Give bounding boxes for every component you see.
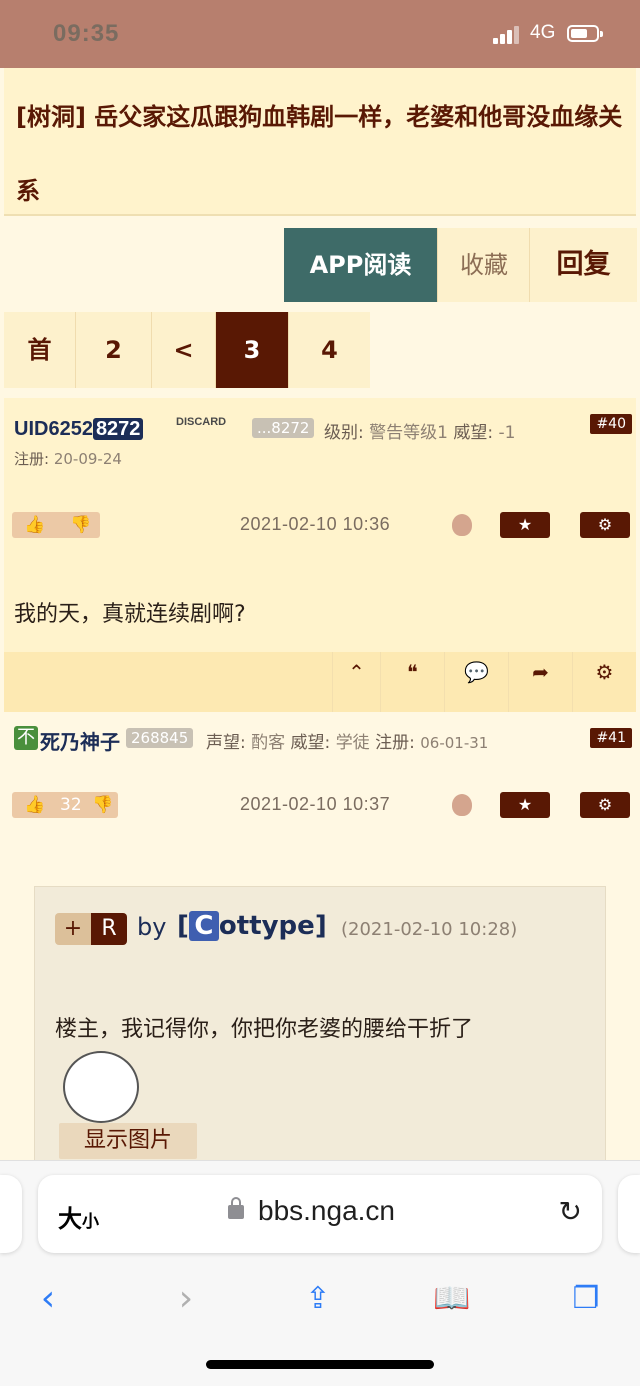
comment-icon[interactable]: 💬	[444, 652, 508, 712]
post-content: 我的天，真就连续剧啊?	[14, 602, 246, 627]
star-icon[interactable]: ★	[500, 512, 550, 538]
expand-quote-button[interactable]: +	[55, 913, 91, 945]
post-41: 不 死乃神子 268845 声望: 酌客 威望: 学徒 注册: 06-01-31…	[4, 712, 636, 1186]
reply-badge[interactable]: R	[91, 913, 127, 945]
post-time: 2021-02-10 10:37	[240, 794, 391, 814]
user-badge: 不	[14, 726, 38, 750]
gear-icon[interactable]: ⚙	[580, 512, 630, 538]
user-rep: 声望: 酌客 威望: 学徒 注册: 06-01-31	[206, 733, 489, 753]
signal-icon	[493, 26, 523, 44]
page-first[interactable]: 首	[4, 312, 76, 388]
collapse-icon[interactable]: ⌃	[332, 652, 380, 712]
thumbs-down-icon[interactable]: 👎	[70, 512, 91, 538]
page-2[interactable]: 2	[76, 312, 152, 388]
user-id-tag: ...8272	[252, 418, 315, 438]
post-author[interactable]: UID6252 8272	[14, 418, 144, 441]
post-40: UID6252 8272 DISCARD ...8272 级别: 警告等级1 威望…	[4, 398, 636, 712]
post-time: 2021-02-10 10:36	[240, 514, 391, 534]
apple-icon	[452, 514, 472, 536]
share-icon[interactable]: ➦	[508, 652, 572, 712]
network-label: 4G	[530, 22, 556, 43]
floor-number: #41	[590, 728, 632, 748]
floor-number: #40	[590, 414, 632, 434]
discard-label: DISCARD	[176, 416, 227, 428]
by-label: by	[137, 913, 167, 941]
page-4[interactable]: 4	[289, 312, 370, 388]
prev-tab-peek[interactable]	[0, 1175, 22, 1253]
thread-title-box: [树洞] 岳父家这瓜跟狗血韩剧一样，老婆和他哥没血缘关系	[4, 68, 636, 216]
status-bar: 09:35 4G	[0, 0, 640, 68]
quote-text: 楼主，我记得你，你把你老婆的腰给干折了	[55, 1017, 474, 1042]
like-count: 32	[60, 795, 82, 815]
reload-icon[interactable]: ↻	[559, 1195, 582, 1228]
home-indicator	[206, 1360, 434, 1369]
user-id-tag: 268845	[126, 728, 194, 748]
tabs-icon[interactable]: ❐	[556, 1269, 616, 1329]
forward-icon[interactable]: ›	[156, 1269, 216, 1329]
page-prev[interactable]: <	[152, 312, 216, 388]
thumbs-down-icon[interactable]: 👎	[92, 792, 113, 818]
post-author[interactable]: 死乃神子	[40, 726, 120, 755]
quote-icon[interactable]: ❝	[380, 652, 444, 712]
sticker-image	[63, 1051, 139, 1123]
vote-buttons[interactable]: 👍 👎	[12, 512, 100, 538]
back-icon[interactable]: ‹	[18, 1269, 78, 1329]
thumbs-up-icon[interactable]: 👍	[24, 512, 45, 538]
share-icon[interactable]: ⇪	[288, 1269, 348, 1329]
clock: 09:35	[53, 20, 120, 47]
url-text[interactable]: bbs.nga.cn	[258, 1195, 395, 1227]
pagination: 首 2 < 3 4	[4, 312, 370, 388]
address-bar[interactable]: 大小 bbs.nga.cn ↻	[38, 1175, 602, 1253]
page-3-current[interactable]: 3	[216, 312, 289, 388]
text-size-button[interactable]: 大小	[58, 1199, 99, 1234]
star-icon[interactable]: ★	[500, 792, 550, 818]
gear-icon[interactable]: ⚙	[580, 792, 630, 818]
user-level: 级别: 警告等级1 威望: -1	[324, 423, 516, 443]
apple-icon	[452, 794, 472, 816]
vote-buttons[interactable]: 👍 32 👎	[12, 792, 118, 818]
safari-toolbar: 大小 bbs.nga.cn ↻ ‹ › ⇪ 📖 ❐	[0, 1160, 640, 1386]
quoted-author[interactable]: [Cottype]	[177, 911, 327, 941]
show-image-button[interactable]: 显示图片	[59, 1123, 197, 1159]
next-tab-peek[interactable]	[618, 1175, 640, 1253]
reg-date: 注册: 20-09-24	[14, 450, 122, 468]
thumbs-up-icon[interactable]: 👍	[24, 792, 45, 818]
app-read-button[interactable]: APP阅读	[284, 228, 437, 302]
lock-icon	[228, 1197, 244, 1219]
quoted-reply: + R by [Cottype] (2021-02-10 10:28) 楼主，我…	[34, 886, 606, 1186]
reply-button[interactable]: 回复	[529, 228, 637, 302]
bookmarks-icon[interactable]: 📖	[422, 1269, 482, 1329]
battery-icon	[567, 25, 603, 42]
post-toolbar: ⌃ ❝ 💬 ➦ ⚙	[4, 652, 636, 712]
quote-time: (2021-02-10 10:28)	[341, 919, 518, 940]
gear-icon[interactable]: ⚙	[572, 652, 636, 712]
thread-title: [树洞] 岳父家这瓜跟狗血韩剧一样，老婆和他哥没血缘关系	[16, 103, 623, 205]
favorite-button[interactable]: 收藏	[437, 228, 530, 302]
